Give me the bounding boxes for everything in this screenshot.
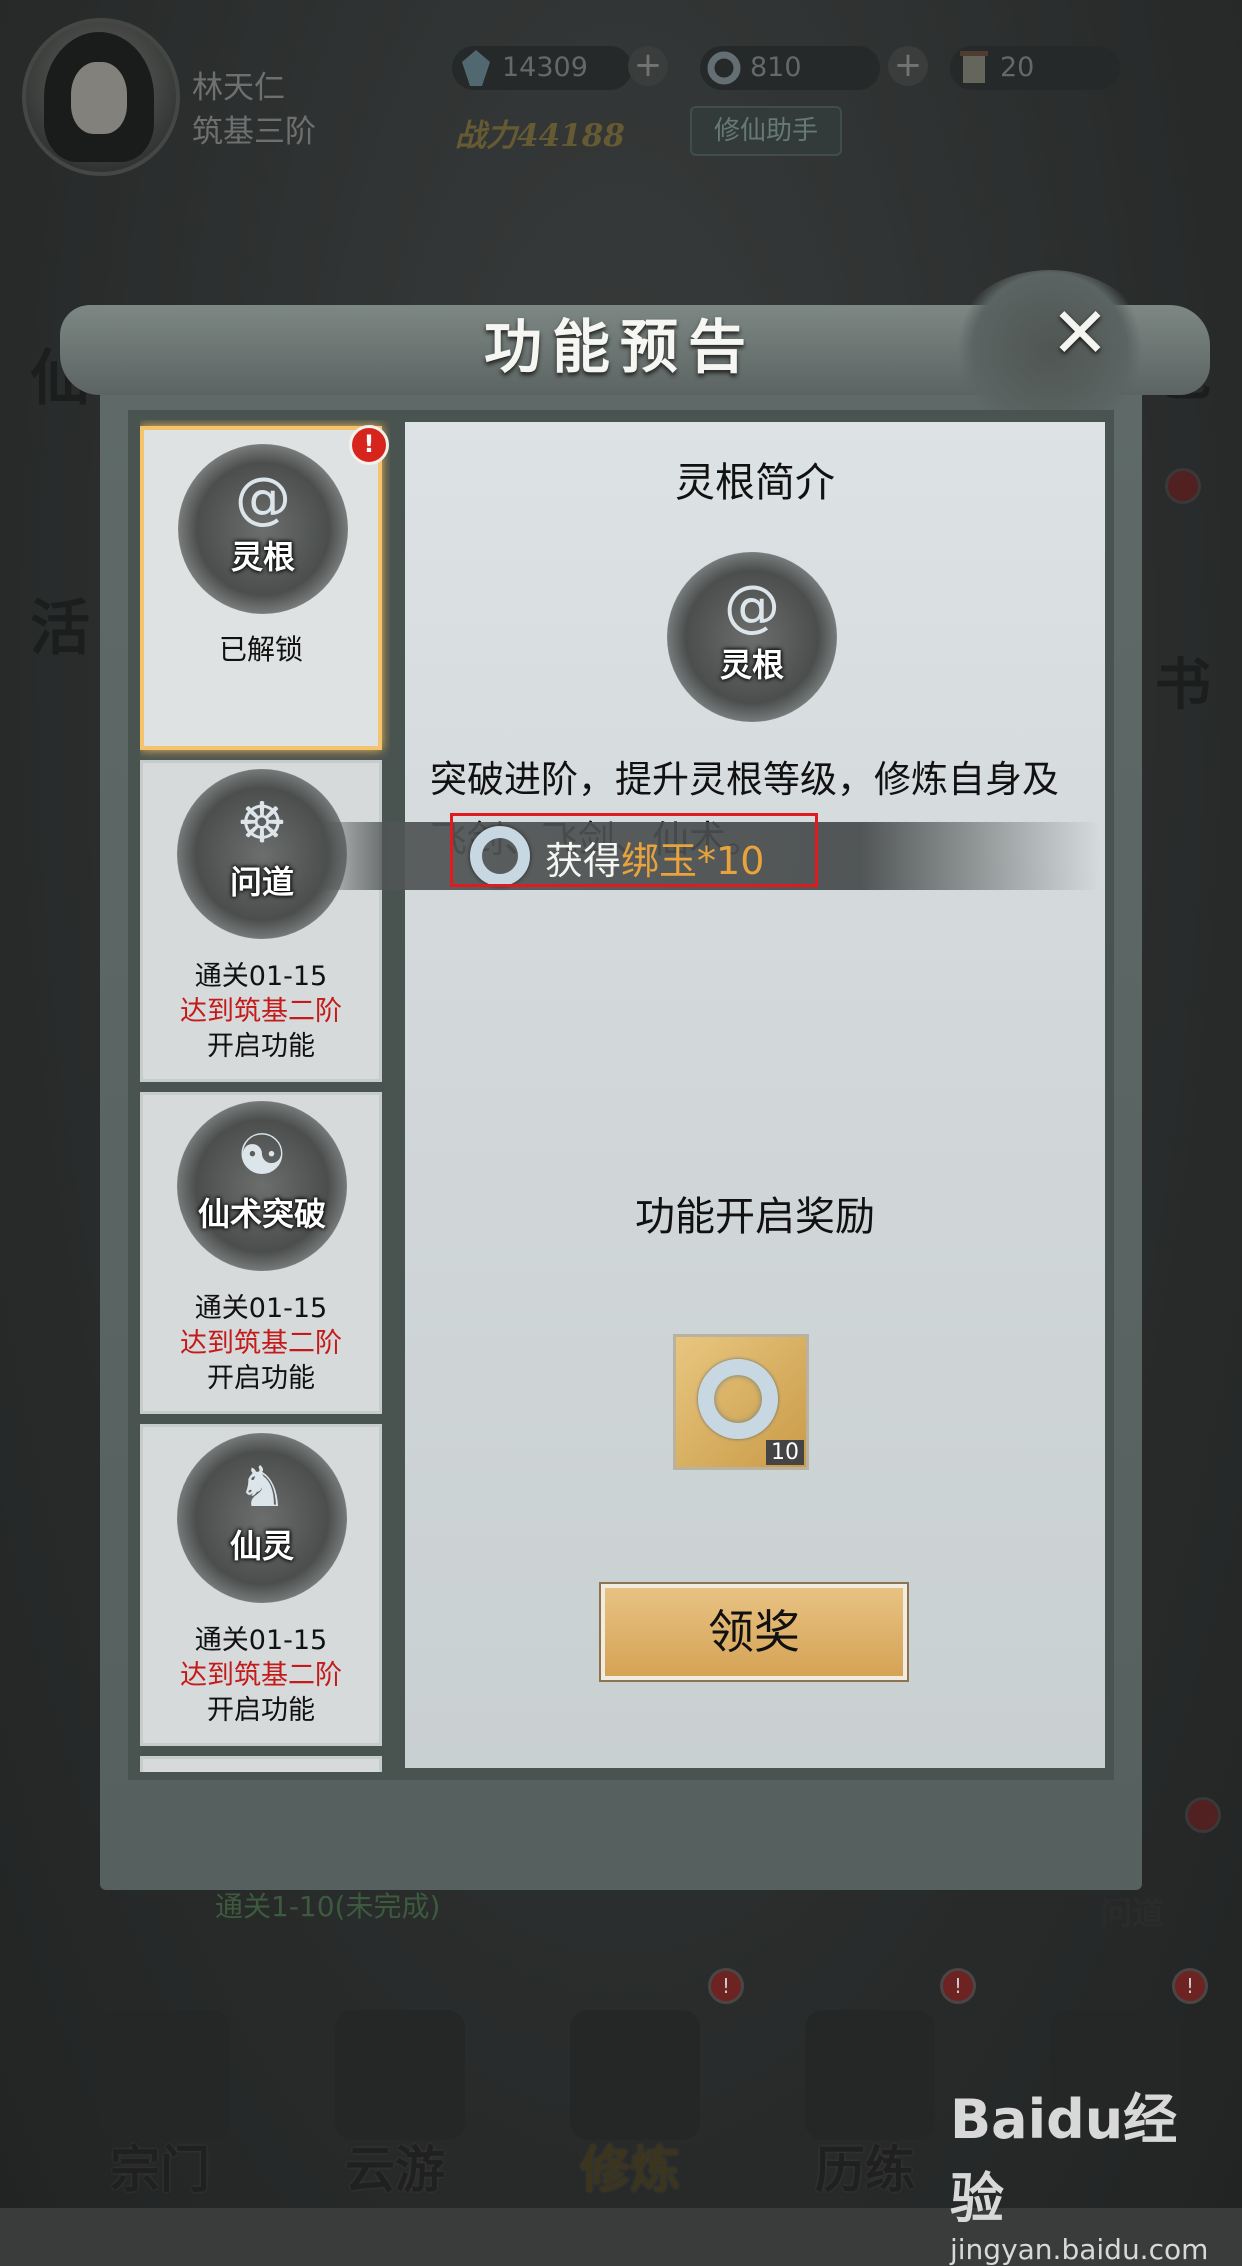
training-icon bbox=[805, 2010, 935, 2140]
feature-card-spirit-pet[interactable]: ♞ 仙灵 通关01-15 达到筑基二阶 开启功能 bbox=[140, 1424, 382, 1746]
baidu-watermark: Baidu经验 jingyan.baidu.com bbox=[950, 2075, 1230, 2266]
claim-reward-button[interactable]: 领奖 bbox=[599, 1582, 909, 1682]
nav-cultivate[interactable]: 修炼 bbox=[530, 1990, 730, 2208]
quest-progress-hint: 通关1-10(未完成) bbox=[215, 1890, 441, 1923]
close-icon[interactable]: ✕ bbox=[1045, 298, 1115, 370]
emblem-label: 仙术突破 bbox=[197, 1195, 326, 1233]
condition-rank: 达到筑基二阶 bbox=[180, 1660, 342, 1691]
fox-symbol: ♞ bbox=[236, 1455, 288, 1520]
nav-alert-badge: ! bbox=[940, 1968, 976, 2004]
feature-detail-panel: 灵根简介 @ 灵根 突破进阶，提升灵根等级，修炼自身及飞剑、飞剑、仙术。 功能开… bbox=[405, 422, 1105, 1768]
spirit-root-icon: @ 灵根 bbox=[178, 444, 348, 614]
condition-rank: 达到筑基二阶 bbox=[180, 996, 342, 1027]
watermark-logo: Baidu经验 bbox=[950, 2088, 1178, 2230]
spirit-root-icon: @ 灵根 bbox=[667, 552, 837, 722]
yin-yang-icon: ☯ 仙术突破 bbox=[177, 1101, 347, 1271]
condition-stage: 通关01-15 bbox=[194, 1293, 328, 1324]
travel-icon bbox=[335, 2010, 465, 2140]
reward-title: 功能开启奖励 bbox=[635, 1194, 875, 1240]
nav-alert-badge: ! bbox=[1172, 1968, 1208, 2004]
condition-rank: 达到筑基二阶 bbox=[180, 1328, 342, 1359]
meditation-symbol: ☸ bbox=[236, 791, 288, 856]
swirl-symbol: @ bbox=[235, 466, 291, 531]
feature-card-spirit-root[interactable]: @ 灵根 已解锁 bbox=[140, 426, 382, 750]
emblem-label: 仙灵 bbox=[229, 1527, 294, 1565]
modal-title: 功能预告 bbox=[483, 313, 756, 381]
nav-label: 云游 bbox=[345, 2140, 445, 2199]
condition-open: 开启功能 bbox=[207, 1695, 315, 1726]
nav-alert-badge: ! bbox=[708, 1968, 744, 2004]
condition-stage: 通关01-15 bbox=[194, 961, 328, 992]
unlock-conditions: 通关01-15 达到筑基二阶 开启功能 bbox=[143, 959, 379, 1064]
nav-training[interactable]: 历练 bbox=[765, 1990, 965, 2208]
emblem-label: 灵根 bbox=[230, 538, 295, 576]
unlock-conditions: 通关01-15 达到筑基二阶 开启功能 bbox=[143, 1291, 379, 1396]
side-label: 问道 bbox=[1100, 1894, 1165, 1932]
condition-open: 开启功能 bbox=[207, 1031, 315, 1062]
annotation-highlight-box bbox=[450, 813, 818, 887]
nav-label: 历练 bbox=[815, 2140, 915, 2199]
spirit-fox-icon: ♞ 仙灵 bbox=[177, 1433, 347, 1603]
alert-badge: ! bbox=[349, 425, 389, 465]
emblem-label: 灵根 bbox=[719, 646, 784, 684]
feature-card-wendao[interactable]: ☸ 问道 通关01-15 达到筑基二阶 开启功能 bbox=[140, 760, 382, 1082]
feature-card-next[interactable] bbox=[140, 1756, 382, 1772]
condition-open: 开启功能 bbox=[207, 1363, 315, 1394]
swirl-symbol: @ bbox=[724, 574, 780, 639]
cultivate-icon bbox=[570, 2010, 700, 2140]
jade-ring-icon bbox=[698, 1359, 778, 1439]
sect-icon bbox=[100, 2010, 230, 2140]
reward-item-slot[interactable]: 10 bbox=[673, 1334, 809, 1470]
reward-count: 10 bbox=[766, 1440, 804, 1465]
feature-list[interactable]: @ 灵根 已解锁 ☸ 问道 通关01-15 达到筑基二阶 开启功能 ☯ 仙术突破… bbox=[140, 420, 390, 1772]
watermark-url: jingyan.baidu.com bbox=[950, 2233, 1209, 2266]
feature-card-spell-breakthrough[interactable]: ☯ 仙术突破 通关01-15 达到筑基二阶 开启功能 bbox=[140, 1092, 382, 1414]
nav-label: 修炼 bbox=[580, 2140, 680, 2199]
unlock-status: 已解锁 bbox=[218, 633, 303, 666]
condition-stage: 通关01-15 bbox=[194, 1625, 328, 1656]
yin-yang-symbol: ☯ bbox=[236, 1123, 288, 1188]
nav-travel[interactable]: 云游 bbox=[295, 1990, 495, 2208]
detail-title: 灵根简介 bbox=[675, 460, 835, 506]
nav-sect[interactable]: 宗门 bbox=[60, 1990, 260, 2208]
unlock-conditions: 通关01-15 达到筑基二阶 开启功能 bbox=[143, 1623, 379, 1728]
nav-label: 宗门 bbox=[110, 2140, 210, 2199]
